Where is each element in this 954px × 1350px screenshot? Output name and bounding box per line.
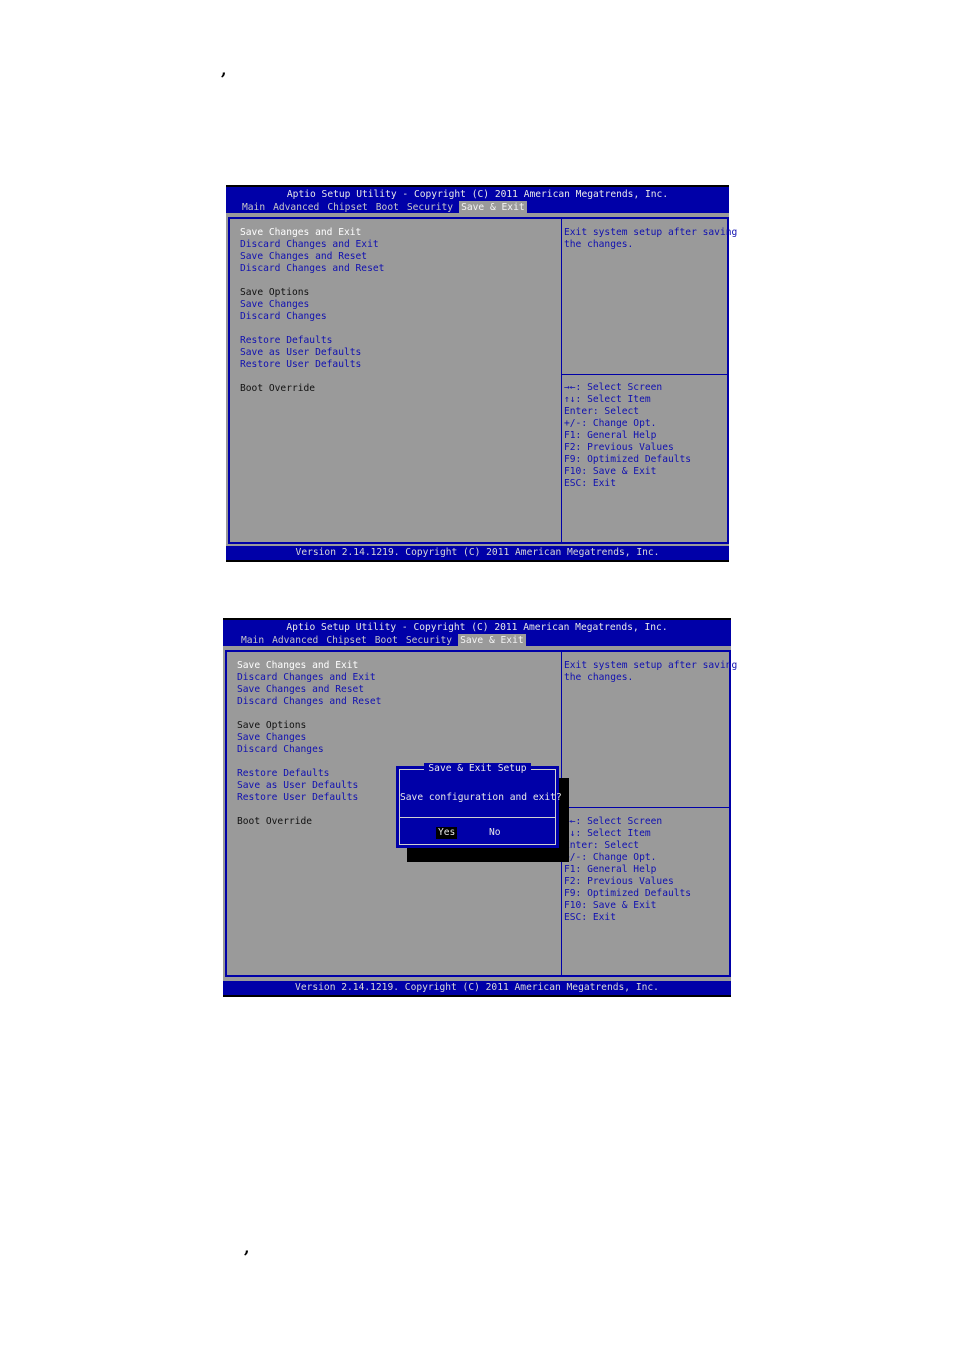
tab-advanced[interactable]: Advanced xyxy=(270,634,320,647)
save-exit-dialog: Save & Exit Setup Save configuration and… xyxy=(396,763,562,848)
menu-item-save-changes-and-exit[interactable]: Save Changes and Exit xyxy=(240,227,361,239)
key-hint: +/-: Change Opt. xyxy=(564,418,657,429)
tab-chipset[interactable]: Chipset xyxy=(325,201,369,214)
bios-screen-save-exit-dialog: Aptio Setup Utility - Copyright (C) 2011… xyxy=(223,618,737,997)
menu-item-save-changes-and-reset[interactable]: Save Changes and Reset xyxy=(240,251,367,263)
bios-title-bar: Aptio Setup Utility - Copyright (C) 2011… xyxy=(226,185,729,214)
tab-security[interactable]: Security xyxy=(404,634,454,647)
key-hint: ESC: Exit xyxy=(564,478,616,489)
bios-title-bar: Aptio Setup Utility - Copyright (C) 2011… xyxy=(223,618,731,647)
section-header-save-options: Save Options xyxy=(240,287,310,298)
help-text-line: the changes. xyxy=(564,672,634,683)
dialog-divider xyxy=(400,817,555,818)
bios-footer: Version 2.14.1219. Copyright (C) 2011 Am… xyxy=(226,546,729,562)
menu-item-save-as-user-defaults[interactable]: Save as User Defaults xyxy=(240,347,361,359)
bios-title: Aptio Setup Utility - Copyright (C) 2011… xyxy=(286,189,669,200)
menu-item-discard-changes-and-reset[interactable]: Discard Changes and Reset xyxy=(240,263,384,275)
tab-advanced[interactable]: Advanced xyxy=(271,201,321,214)
version-text: Version 2.14.1219. Copyright (C) 2011 Am… xyxy=(295,982,659,993)
key-hint: F9: Optimized Defaults xyxy=(564,454,692,465)
key-hint: →←: Select Screen xyxy=(564,816,663,827)
tab-boot[interactable]: Boot xyxy=(373,634,400,647)
dialog-title-text: Save & Exit Setup xyxy=(424,763,531,774)
help-text-line: Exit system setup after saving xyxy=(564,660,738,671)
key-hint: Enter: Select xyxy=(564,406,640,417)
bios-tab-bar: Main Advanced Chipset Boot Security Save… xyxy=(239,634,526,647)
comma-mark-top: , xyxy=(221,60,227,79)
help-divider xyxy=(562,807,729,808)
key-hint: +/-: Change Opt. xyxy=(564,852,657,863)
key-hint: F10: Save & Exit xyxy=(564,466,657,477)
key-hint: F2: Previous Values xyxy=(564,442,674,453)
bios-title: Aptio Setup Utility - Copyright (C) 2011… xyxy=(286,622,668,633)
key-hint: F2: Previous Values xyxy=(564,876,674,887)
help-panel: Exit system setup after saving the chang… xyxy=(561,217,737,544)
section-header-boot-override: Boot Override xyxy=(240,383,316,394)
help-text-line: Exit system setup after saving xyxy=(564,227,738,238)
menu-panel: Save Changes and Exit Discard Changes an… xyxy=(228,217,562,544)
menu-item-restore-defaults[interactable]: Restore Defaults xyxy=(240,335,332,347)
dialog-no-button[interactable]: No xyxy=(487,827,503,839)
tab-save-exit[interactable]: Save & Exit xyxy=(458,634,526,647)
section-header-boot-override: Boot Override xyxy=(237,816,313,827)
menu-item-discard-changes-and-reset[interactable]: Discard Changes and Reset xyxy=(237,696,381,708)
menu-item-save-changes-and-exit[interactable]: Save Changes and Exit xyxy=(237,660,358,672)
key-hint: ↑↓: Select Item xyxy=(564,394,651,405)
version-text: Version 2.14.1219. Copyright (C) 2011 Am… xyxy=(295,547,660,558)
help-text-line: the changes. xyxy=(564,239,634,250)
menu-item-discard-changes[interactable]: Discard Changes xyxy=(237,744,324,756)
menu-item-discard-changes[interactable]: Discard Changes xyxy=(240,311,327,323)
section-header-save-options: Save Options xyxy=(237,720,307,731)
bios-tab-bar: Main Advanced Chipset Boot Security Save… xyxy=(240,201,527,214)
bios-screen-save-exit: Aptio Setup Utility - Copyright (C) 2011… xyxy=(226,185,737,562)
key-hint: F1: General Help xyxy=(564,430,657,441)
dialog-yes-button[interactable]: Yes xyxy=(436,827,458,839)
help-divider xyxy=(562,374,727,375)
key-hint: F9: Optimized Defaults xyxy=(564,888,692,899)
tab-save-exit[interactable]: Save & Exit xyxy=(459,201,527,214)
tab-main[interactable]: Main xyxy=(239,634,266,647)
dialog-message: Save configuration and exit? xyxy=(400,792,562,803)
menu-item-save-changes[interactable]: Save Changes xyxy=(240,299,309,311)
dialog-title: Save & Exit Setup xyxy=(400,763,555,774)
menu-item-restore-user-defaults[interactable]: Restore User Defaults xyxy=(237,792,358,804)
menu-item-discard-changes-and-exit[interactable]: Discard Changes and Exit xyxy=(240,239,379,251)
key-hint: F10: Save & Exit xyxy=(564,900,657,911)
comma-mark-bottom: , xyxy=(244,1238,250,1257)
menu-item-restore-user-defaults[interactable]: Restore User Defaults xyxy=(240,359,361,371)
menu-item-save-changes-and-reset[interactable]: Save Changes and Reset xyxy=(237,684,364,696)
menu-item-save-changes[interactable]: Save Changes xyxy=(237,732,306,744)
tab-boot[interactable]: Boot xyxy=(374,201,401,214)
key-hint: F1: General Help xyxy=(564,864,657,875)
help-panel: Exit system setup after saving the chang… xyxy=(561,650,737,977)
bios-footer: Version 2.14.1219. Copyright (C) 2011 Am… xyxy=(223,981,731,997)
tab-main[interactable]: Main xyxy=(240,201,267,214)
key-hint: Enter: Select xyxy=(564,840,640,851)
menu-item-discard-changes-and-exit[interactable]: Discard Changes and Exit xyxy=(237,672,376,684)
key-hint: ↑↓: Select Item xyxy=(564,828,651,839)
menu-item-restore-defaults[interactable]: Restore Defaults xyxy=(237,768,329,780)
tab-security[interactable]: Security xyxy=(405,201,455,214)
key-hint: →←: Select Screen xyxy=(564,382,663,393)
tab-chipset[interactable]: Chipset xyxy=(324,634,368,647)
menu-item-save-as-user-defaults[interactable]: Save as User Defaults xyxy=(237,780,358,792)
dialog-frame: Save & Exit Setup Save configuration and… xyxy=(399,763,562,845)
key-hint: ESC: Exit xyxy=(564,912,616,923)
